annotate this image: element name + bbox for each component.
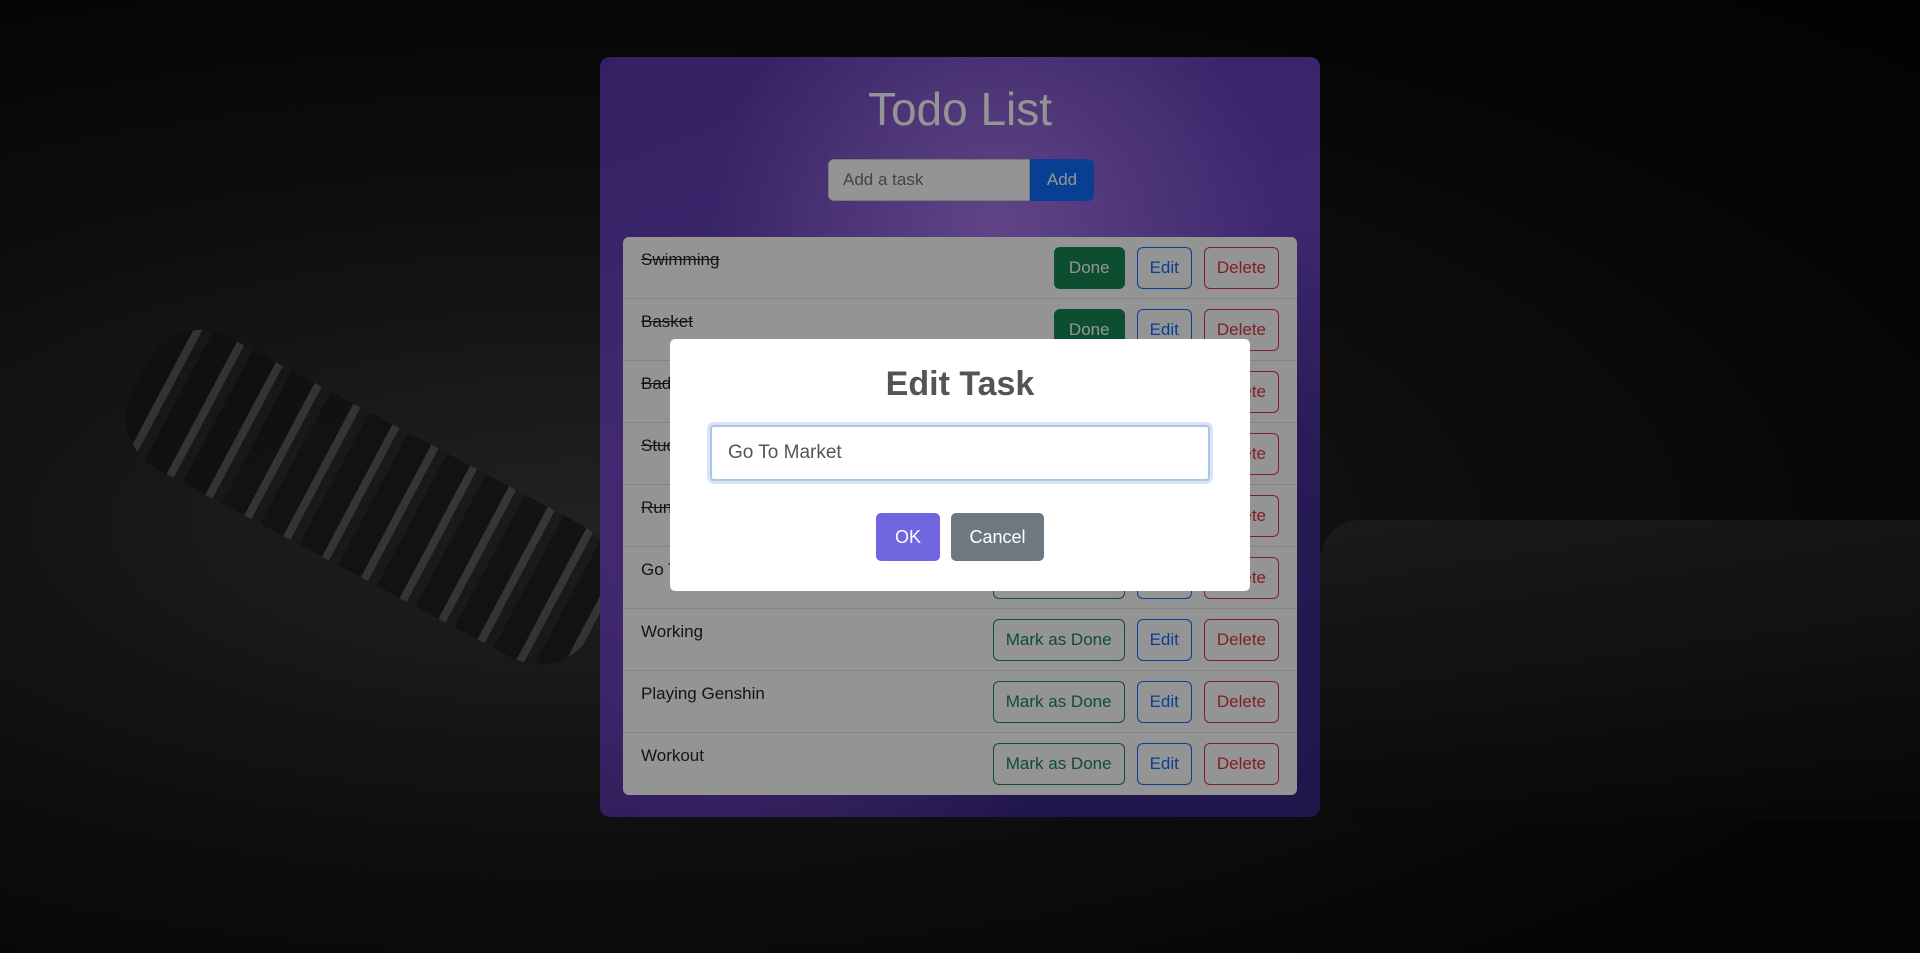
modal-actions: OK Cancel [670, 513, 1250, 561]
edit-task-modal: Edit Task OK Cancel [670, 339, 1250, 591]
ok-button[interactable]: OK [876, 513, 940, 561]
edit-task-input[interactable] [710, 425, 1210, 481]
cancel-button[interactable]: Cancel [951, 513, 1044, 561]
modal-title: Edit Task [885, 365, 1035, 403]
